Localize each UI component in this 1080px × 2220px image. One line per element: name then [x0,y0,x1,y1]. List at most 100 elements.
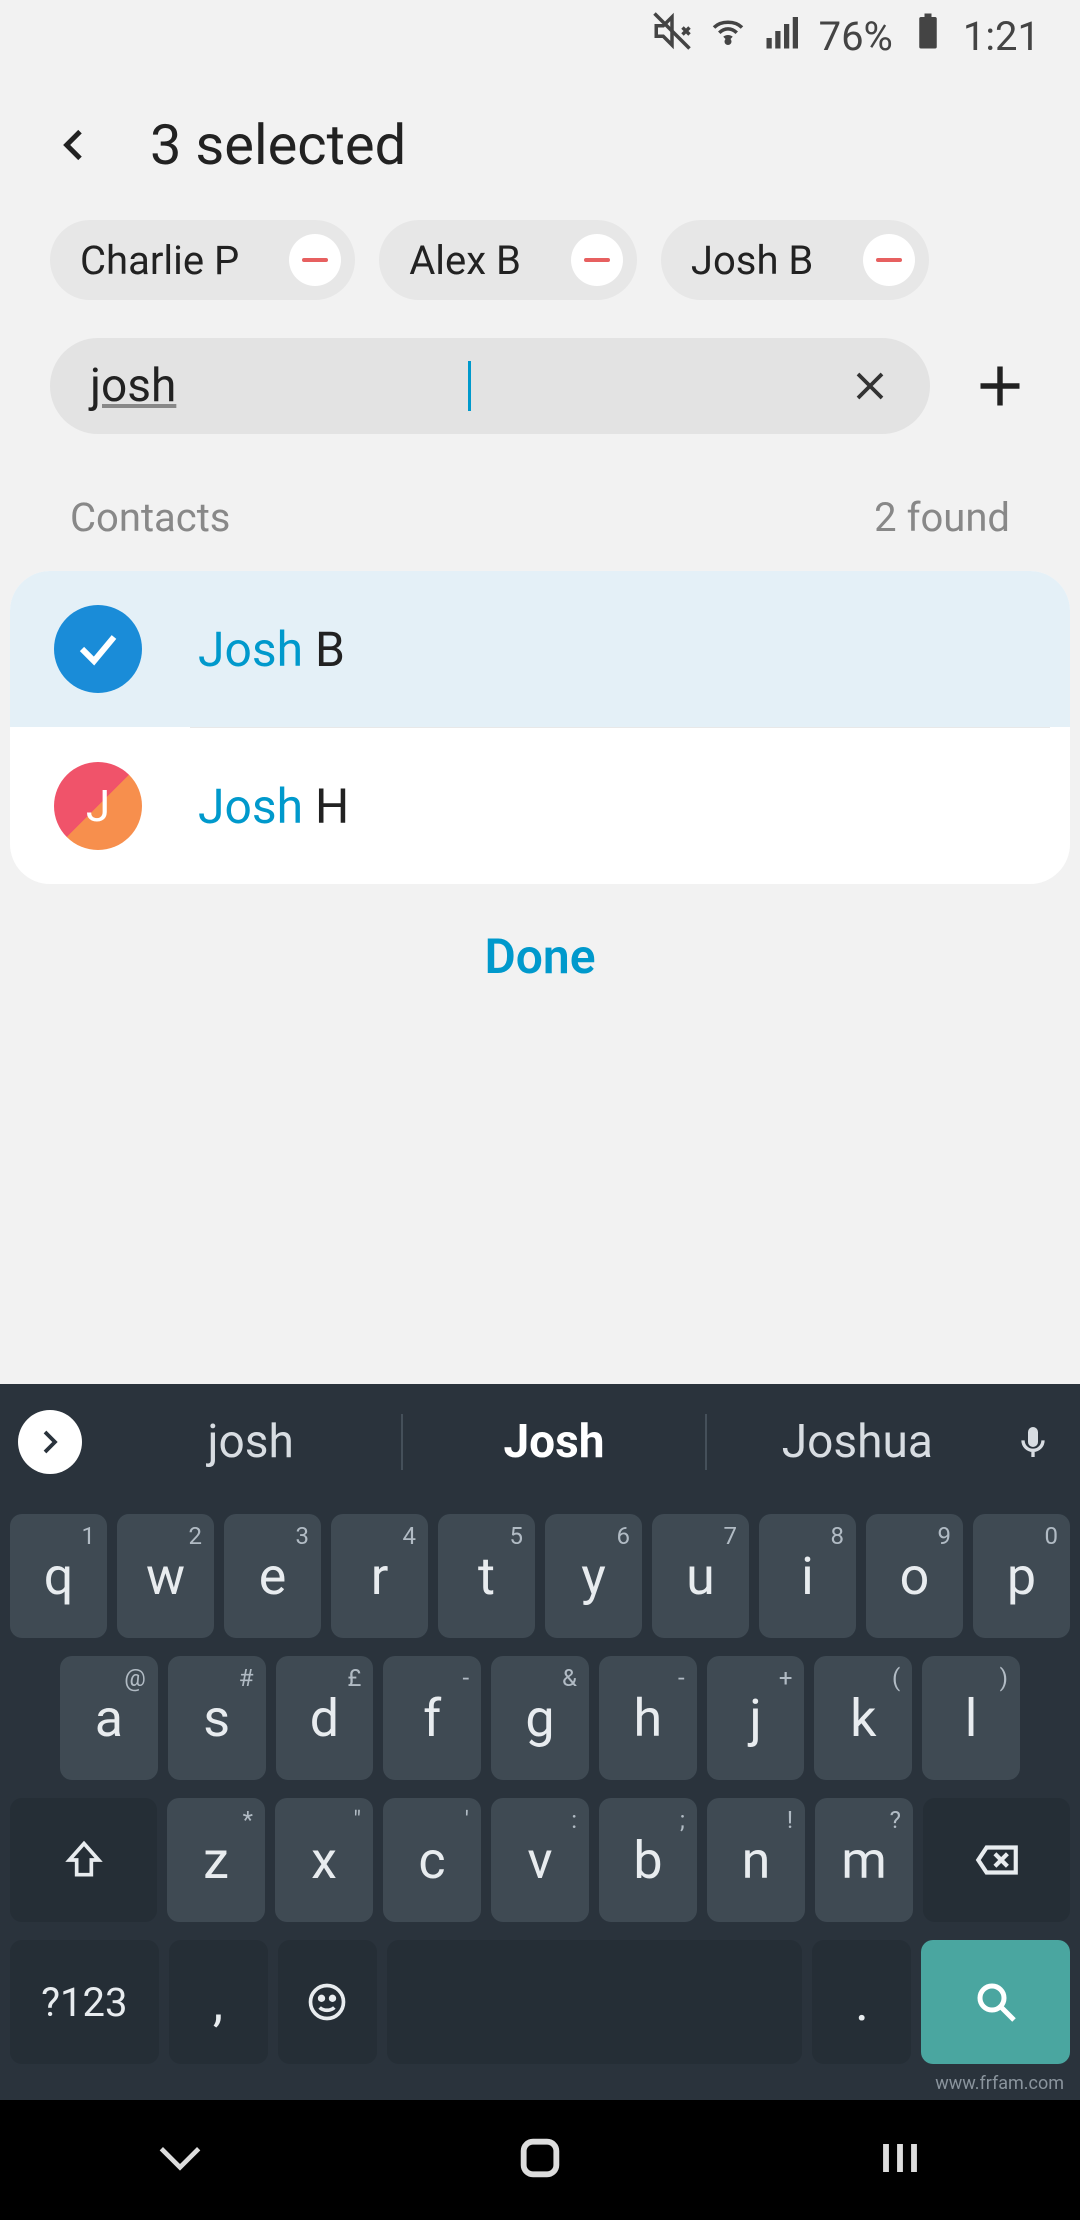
key-superscript: ! [787,1806,793,1834]
text-cursor [468,361,471,411]
key-a[interactable]: a@ [60,1656,158,1780]
key-superscript: @ [124,1664,146,1692]
key-m[interactable]: m? [815,1798,913,1922]
key-r[interactable]: r4 [331,1514,428,1638]
key-h[interactable]: h- [599,1656,697,1780]
status-bar: 76% 1:21 [0,0,1080,72]
avatar-selected [54,605,142,693]
key-superscript: ; [680,1806,685,1834]
done-button[interactable]: Done [0,884,1080,1035]
key-i[interactable]: i8 [759,1514,856,1638]
wifi-icon [707,10,749,62]
results-count: 2 found [874,494,1010,541]
key-superscript: 7 [724,1522,738,1550]
contact-list: Josh B J Josh H [10,571,1070,884]
key-superscript: 2 [189,1522,203,1550]
voice-input-button[interactable] [1008,1422,1058,1462]
key-o[interactable]: o9 [866,1514,963,1638]
key-d[interactable]: d£ [276,1656,374,1780]
key-j[interactable]: j+ [707,1656,805,1780]
backspace-key[interactable] [923,1798,1070,1922]
contact-row[interactable]: Josh B [10,571,1070,727]
nav-recents-button[interactable] [152,2130,208,2190]
chip: Charlie P [50,220,355,300]
key-k[interactable]: k( [814,1656,912,1780]
chip-remove-button[interactable] [289,234,341,286]
key-superscript: 5 [510,1522,524,1550]
contact-row[interactable]: J Josh H [10,728,1070,884]
minus-icon [876,258,902,262]
name-match: Josh [198,621,303,678]
key-superscript: 0 [1045,1522,1059,1550]
chip-label: Alex B [409,237,521,284]
navigation-bar [0,2100,1080,2220]
key-q[interactable]: q1 [10,1514,107,1638]
key-b[interactable]: b; [599,1798,697,1922]
minus-icon [302,258,328,262]
add-button[interactable] [970,356,1030,416]
search-row: josh [0,338,1080,434]
chip-remove-button[interactable] [863,234,915,286]
key-superscript: : [571,1806,577,1834]
expand-suggestions-button[interactable] [18,1410,82,1474]
suggestion[interactable]: josh [100,1415,401,1469]
key-superscript: 6 [617,1522,631,1550]
battery-icon [907,10,949,62]
key-row-3: z*x"c'v:b;n!m? [4,1798,1076,1922]
search-field[interactable]: josh [50,338,930,434]
key-superscript: ' [465,1806,469,1834]
key-f[interactable]: f- [383,1656,481,1780]
key-l[interactable]: l) [922,1656,1020,1780]
key-u[interactable]: u7 [652,1514,749,1638]
suggestion[interactable]: Joshua [707,1415,1008,1469]
shift-key[interactable] [10,1798,157,1922]
suggestion[interactable]: Josh [403,1415,704,1469]
keyboard: josh Josh Joshua q1w2e3r4t5y6u7i8o9p0 a@… [0,1384,1080,2100]
key-p[interactable]: p0 [973,1514,1070,1638]
key-w[interactable]: w2 [117,1514,214,1638]
chip-remove-button[interactable] [571,234,623,286]
nav-back-button[interactable] [872,2130,928,2190]
key-n[interactable]: n! [707,1798,805,1922]
emoji-key[interactable] [278,1940,377,2064]
key-superscript: + [779,1664,793,1692]
signal-icon [763,10,805,62]
clear-search-button[interactable] [850,366,890,406]
key-y[interactable]: y6 [545,1514,642,1638]
mute-icon [651,10,693,62]
key-superscript: ? [890,1806,901,1834]
search-input-text[interactable]: josh [90,359,470,413]
battery-percent: 76% [819,13,893,60]
key-c[interactable]: c' [383,1798,481,1922]
key-s[interactable]: s# [168,1656,266,1780]
chip-label: Charlie P [80,237,239,284]
page-title: 3 selected [150,112,406,178]
comma-key[interactable]: , [169,1940,268,2064]
key-z[interactable]: z* [167,1798,265,1922]
back-button[interactable] [50,120,100,170]
key-v[interactable]: v: [491,1798,589,1922]
symbols-key[interactable]: ?123 [10,1940,159,2064]
contact-name: Josh H [198,778,349,835]
key-row-4: ?123 , . [4,1940,1076,2064]
key-t[interactable]: t5 [438,1514,535,1638]
status-time: 1:21 [963,13,1040,60]
key-superscript: 1 [82,1522,96,1550]
nav-home-button[interactable] [512,2130,568,2190]
key-e[interactable]: e3 [224,1514,321,1638]
key-x[interactable]: x" [275,1798,373,1922]
chip-label: Josh B [691,237,813,284]
key-superscript: 3 [296,1522,310,1550]
chip: Josh B [661,220,929,300]
list-header: Contacts 2 found [0,434,1080,571]
key-superscript: 8 [831,1522,845,1550]
key-superscript: " [353,1806,361,1834]
key-g[interactable]: g& [491,1656,589,1780]
search-key[interactable] [921,1940,1070,2064]
key-rows: q1w2e3r4t5y6u7i8o9p0 a@s#d£f-g&h-j+k(l) … [0,1500,1080,2064]
space-key[interactable] [387,1940,803,2064]
contacts-label: Contacts [70,494,230,541]
minus-icon [584,258,610,262]
key-superscript: * [243,1806,253,1834]
period-key[interactable]: . [812,1940,911,2064]
